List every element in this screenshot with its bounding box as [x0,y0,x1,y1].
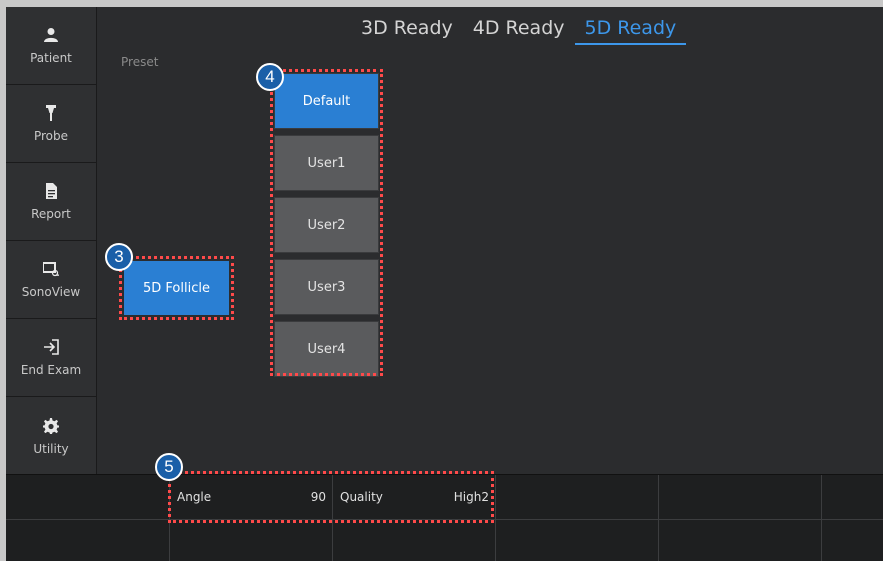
5d-follicle-button[interactable]: 5D Follicle [124,261,229,315]
param-angle[interactable]: Angle 90 [170,475,333,520]
sidebar-item-end-exam[interactable]: End Exam [6,319,96,397]
probe-icon [42,104,60,122]
sidebar-item-label: Patient [30,51,72,65]
param-cell-empty [170,520,333,561]
param-label: Angle [177,490,212,504]
tab-5d-ready[interactable]: 5D Ready [574,17,687,45]
param-cell-empty [6,520,170,561]
sidebar-item-patient[interactable]: Patient [6,7,96,85]
mode-tabs: 3D Ready 4D Ready 5D Ready [351,17,687,45]
person-icon [42,26,60,44]
param-cell-empty [659,475,822,520]
preset-user1-button[interactable]: User1 [274,135,379,191]
callout-badge-4: 4 [256,63,284,91]
sidebar-item-label: End Exam [20,363,82,377]
document-icon [42,182,60,200]
parameter-panel: Angle 90 Quality High2 [6,474,883,561]
param-cell-empty [822,520,883,561]
param-cell-empty [822,475,883,520]
sidebar-item-probe[interactable]: Probe [6,85,96,163]
preset-default-button[interactable]: Default [274,73,379,129]
sidebar-item-utility[interactable]: Utility [6,397,96,475]
app-window: Patient Probe Report SonoView End Exam U… [6,7,883,561]
param-cell-empty [6,475,170,520]
sidebar-item-label: Report [31,207,71,221]
sidebar-item-label: SonoView [21,285,81,299]
sidebar-item-label: Probe [33,129,69,143]
callout-badge-3: 3 [105,243,133,271]
param-quality[interactable]: Quality High2 [333,475,496,520]
preset-user2-button[interactable]: User2 [274,197,379,253]
param-value: High2 [453,490,489,504]
sidebar-item-report[interactable]: Report [6,163,96,241]
gear-icon [42,417,60,435]
preset-user3-button[interactable]: User3 [274,259,379,315]
param-cell-empty [659,520,822,561]
param-label: Quality [340,490,383,504]
sonoview-icon [42,260,60,278]
sidebar-item-label: Utility [33,441,69,456]
param-cell-empty [333,520,496,561]
param-cell-empty [496,475,659,520]
tab-4d-ready[interactable]: 4D Ready [463,17,575,45]
sidebar-item-sonoview[interactable]: SonoView [6,241,96,319]
param-cell-empty [496,520,659,561]
param-value: 90 [310,490,326,504]
exit-icon [42,338,60,356]
tab-3d-ready[interactable]: 3D Ready [351,17,463,45]
preset-label: Preset [121,55,159,69]
callout-badge-5: 5 [155,453,183,481]
sidebar: Patient Probe Report SonoView End Exam U… [6,7,97,474]
preset-user4-button[interactable]: User4 [274,321,379,377]
